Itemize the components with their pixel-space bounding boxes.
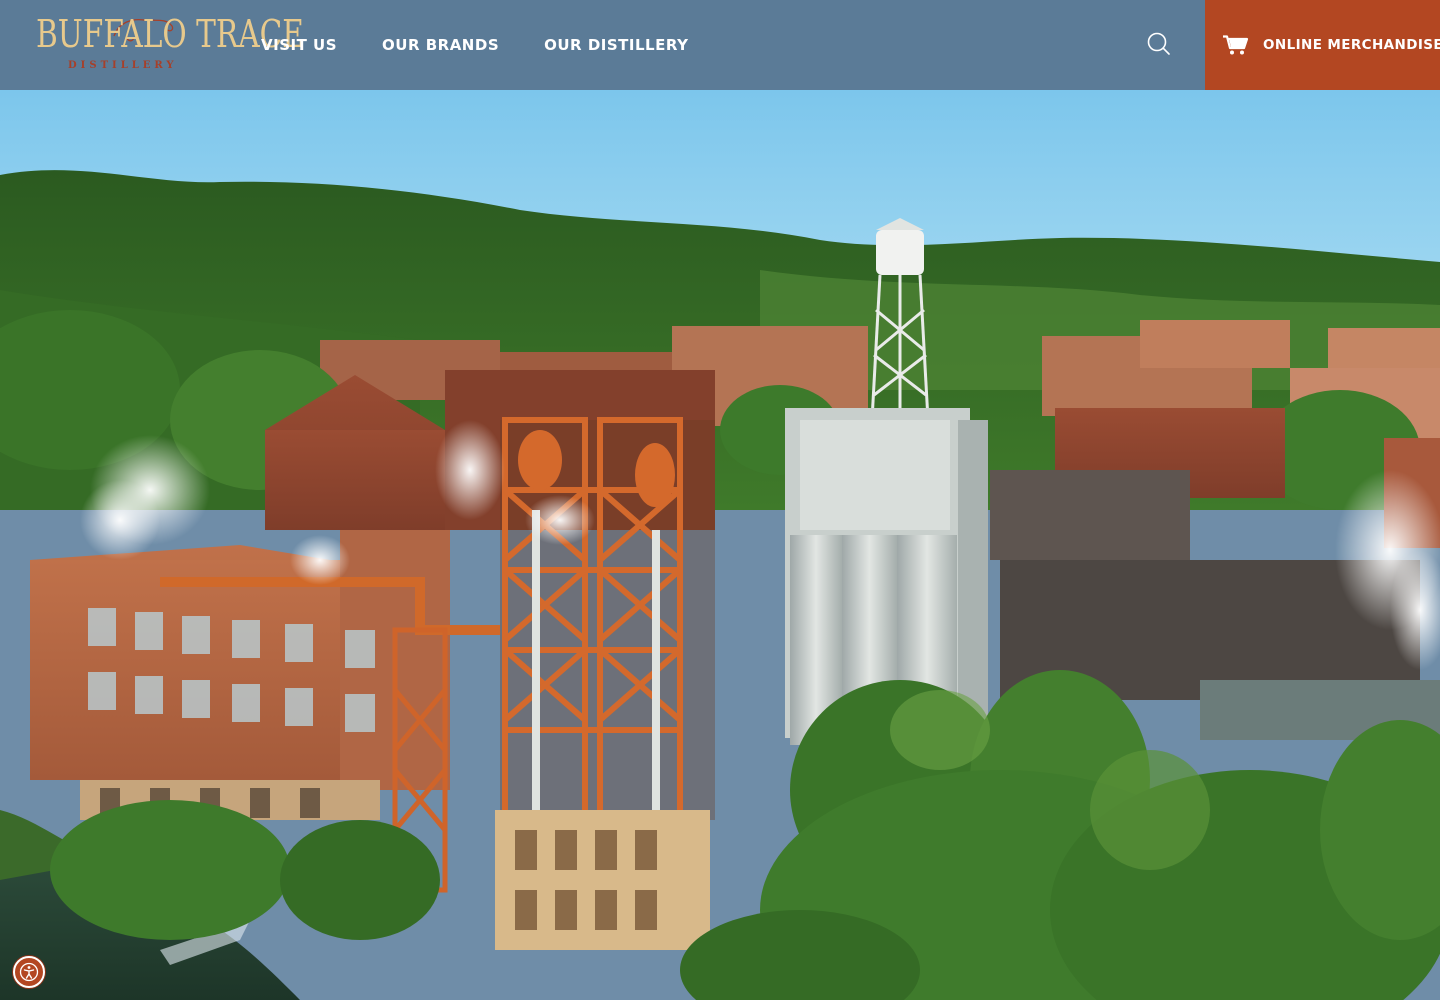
main-nav: VISIT US OUR BRANDS OUR DISTILLERY bbox=[261, 36, 688, 54]
search-button[interactable] bbox=[1146, 31, 1172, 57]
site-header: BUFFALO TRACE DISTILLERY VISIT US OUR BR… bbox=[0, 0, 1440, 90]
accessibility-icon bbox=[19, 962, 39, 982]
search-icon bbox=[1147, 32, 1170, 55]
cart-icon bbox=[1223, 35, 1249, 55]
nav-visit-us[interactable]: VISIT US bbox=[261, 36, 337, 54]
hero-distillery-image bbox=[0, 90, 1440, 1000]
buffalo-trace-logo[interactable]: BUFFALO TRACE DISTILLERY bbox=[36, 12, 304, 74]
nav-our-brands[interactable]: OUR BRANDS bbox=[382, 36, 499, 54]
accessibility-button[interactable] bbox=[13, 956, 45, 988]
distillery-aerial-scene bbox=[0, 90, 1440, 1000]
nav-our-distillery[interactable]: OUR DISTILLERY bbox=[544, 36, 688, 54]
online-merchandise-button[interactable]: ONLINE MERCHANDISE bbox=[1205, 0, 1440, 90]
logo-subtext: DISTILLERY bbox=[68, 60, 178, 71]
online-merchandise-label: ONLINE MERCHANDISE bbox=[1263, 37, 1440, 53]
